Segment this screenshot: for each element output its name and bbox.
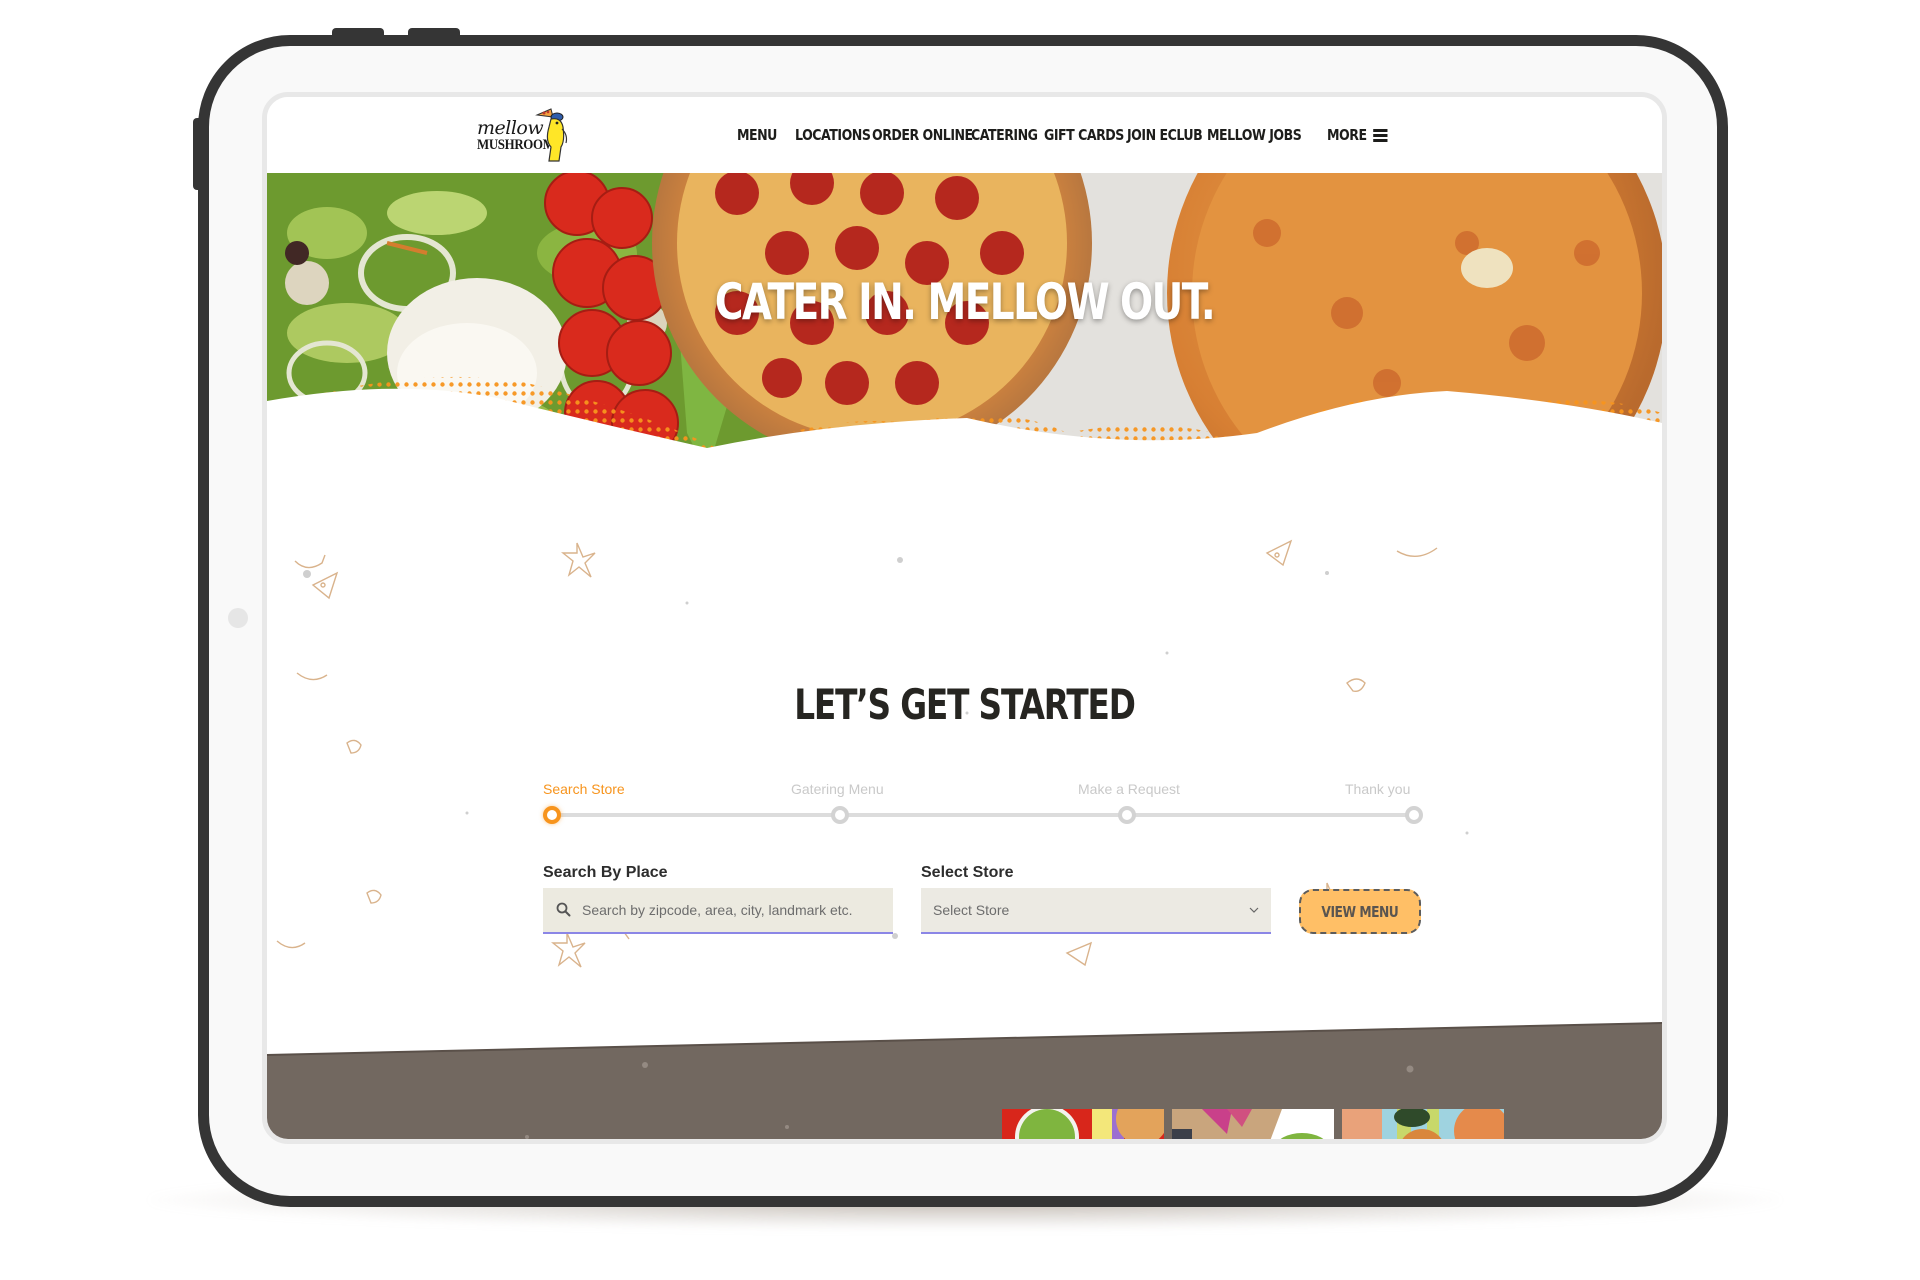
progress-stepper: Search Store Gatering Menu Make a Reques… xyxy=(543,781,1423,831)
nav-link-menu[interactable]: MENU xyxy=(737,126,786,144)
nav-link-mellow-jobs[interactable]: MELLOW JOBS xyxy=(1207,126,1308,144)
logo-text-mellow: mellow xyxy=(477,117,544,139)
step-dot[interactable] xyxy=(543,806,561,824)
hero-food-image xyxy=(267,173,1662,513)
nav-links: MENU LOCATIONS ORDER ONLINE CATERING GIF… xyxy=(737,121,1399,149)
nav-more-label: MORE xyxy=(1327,126,1367,144)
view-menu-button[interactable]: VIEW MENU xyxy=(1299,889,1421,934)
select-store-value: Select Store xyxy=(933,902,1010,918)
search-icon xyxy=(556,902,571,917)
footer-thumbnail[interactable] xyxy=(1342,1109,1504,1139)
mellow-mushroom-logo[interactable]: mellow MUSHROOM xyxy=(477,103,568,167)
step-dot[interactable] xyxy=(1405,806,1423,824)
search-by-place-label: Search By Place xyxy=(543,864,668,881)
step-label: Make a Request xyxy=(1078,781,1180,797)
catering-start-section: LET’S GET STARTED Search Store Gatering … xyxy=(267,513,1662,1139)
select-store-label: Select Store xyxy=(921,864,1014,881)
tablet-screen: mellow MUSHROOM MENU LOCATIONS ORDER ONL… xyxy=(262,92,1667,1144)
chevron-down-icon xyxy=(1249,907,1259,913)
hero-banner: CATER IN. MELLOW OUT. xyxy=(267,173,1662,513)
step-label: Gatering Menu xyxy=(791,781,884,797)
nav-link-gift-cards[interactable]: GIFT CARDS xyxy=(1044,126,1124,144)
step-dot[interactable] xyxy=(1118,806,1136,824)
search-by-place-field[interactable] xyxy=(543,888,893,934)
page-heading: LET’S GET STARTED xyxy=(794,680,1136,729)
step-label: Search Store xyxy=(543,781,625,797)
nav-link-join-eclub[interactable]: JOIN ECLUB xyxy=(1127,126,1203,144)
step-dot[interactable] xyxy=(831,806,849,824)
stepper-track xyxy=(553,813,1413,817)
nav-link-order-online[interactable]: ORDER ONLINE xyxy=(872,126,973,144)
step-label: Thank you xyxy=(1345,781,1411,797)
footer-thumbnail[interactable] xyxy=(1172,1109,1334,1139)
nav-link-catering[interactable]: CATERING xyxy=(971,126,1038,144)
camera-dot xyxy=(228,608,248,628)
pizza-box-image xyxy=(1172,1109,1334,1139)
nav-link-locations[interactable]: LOCATIONS xyxy=(795,126,871,144)
salad-pizza-image xyxy=(1002,1109,1164,1139)
footer-thumbnails xyxy=(1002,1109,1504,1139)
select-store-dropdown[interactable]: Select Store xyxy=(921,888,1271,934)
hamburger-menu-icon xyxy=(1373,129,1388,142)
food-doodle-pattern xyxy=(276,539,1469,968)
view-menu-label: VIEW MENU xyxy=(1321,902,1399,921)
hero-title: CATER IN. MELLOW OUT. xyxy=(714,273,1216,331)
hands-pizza-image xyxy=(1342,1109,1504,1139)
footer-thumbnail[interactable] xyxy=(1002,1109,1164,1139)
top-navigation: mellow MUSHROOM MENU LOCATIONS ORDER ONL… xyxy=(267,97,1662,173)
search-by-place-input[interactable] xyxy=(582,902,893,918)
nav-more-button[interactable]: MORE xyxy=(1327,126,1388,144)
mushroom-mascot-icon xyxy=(535,108,568,162)
